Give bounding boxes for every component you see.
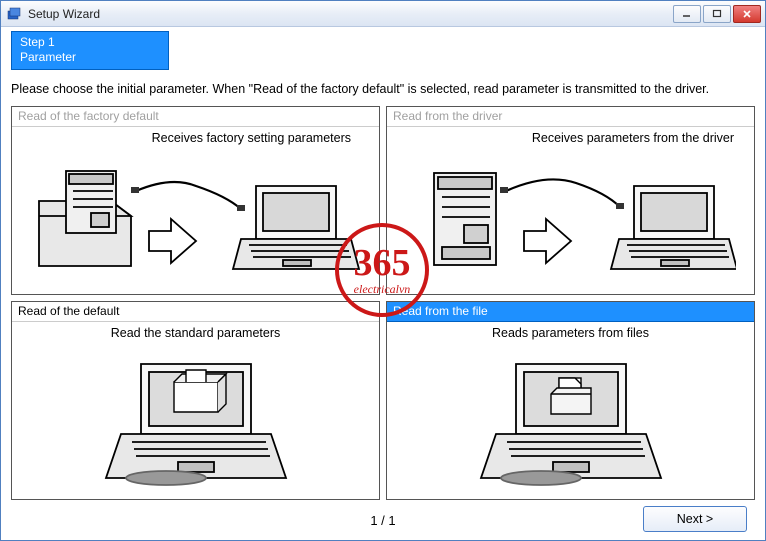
- footer: 1 / 1 Next >: [11, 500, 755, 540]
- maximize-button[interactable]: [703, 5, 731, 23]
- option-from-driver[interactable]: Read from the driver Receives parameters…: [386, 106, 755, 295]
- next-button[interactable]: Next >: [643, 506, 747, 532]
- titlebar[interactable]: Setup Wizard: [1, 1, 765, 27]
- option-body: Read the standard parameters: [12, 322, 379, 499]
- option-factory-default[interactable]: Read of the factory default Receives fac…: [11, 106, 380, 295]
- option-caption: Receives parameters from the driver: [395, 131, 746, 145]
- step-badge: Step 1 Parameter: [11, 31, 169, 70]
- option-caption: Read the standard parameters: [111, 326, 281, 340]
- illustration-laptop-with-box: [20, 346, 371, 495]
- app-icon: [7, 6, 23, 22]
- content: Step 1 Parameter Please choose the initi…: [1, 27, 765, 540]
- step-number: Step 1: [20, 35, 160, 50]
- illustration-laptop-with-folder: [395, 346, 746, 495]
- instruction-text: Please choose the initial parameter. Whe…: [11, 82, 755, 96]
- option-of-default[interactable]: Read of the default Read the standard pa…: [11, 301, 380, 500]
- option-header: Read of the factory default: [12, 107, 379, 127]
- window-title: Setup Wizard: [28, 7, 673, 21]
- options-grid: Read of the factory default Receives fac…: [11, 106, 755, 500]
- option-body: Receives factory setting parameters: [12, 127, 379, 294]
- option-header: Read from the driver: [387, 107, 754, 127]
- step-title: Parameter: [20, 50, 160, 65]
- setup-wizard-window: Setup Wizard Step 1 Parameter Please cho…: [0, 0, 766, 541]
- page-indicator: 1 / 1: [370, 513, 395, 528]
- option-from-file[interactable]: Read from the file Reads parameters from…: [386, 301, 755, 500]
- option-caption: Reads parameters from files: [492, 326, 649, 340]
- option-body: Receives parameters from the driver: [387, 127, 754, 294]
- option-body: Reads parameters from files: [387, 322, 754, 499]
- window-controls: [673, 5, 761, 23]
- minimize-button[interactable]: [673, 5, 701, 23]
- option-caption: Receives factory setting parameters: [20, 131, 371, 145]
- option-header: Read from the file: [387, 302, 754, 322]
- option-header: Read of the default: [12, 302, 379, 322]
- illustration-driver-to-laptop: [395, 151, 746, 290]
- illustration-factory-to-laptop: [20, 151, 371, 290]
- close-button[interactable]: [733, 5, 761, 23]
